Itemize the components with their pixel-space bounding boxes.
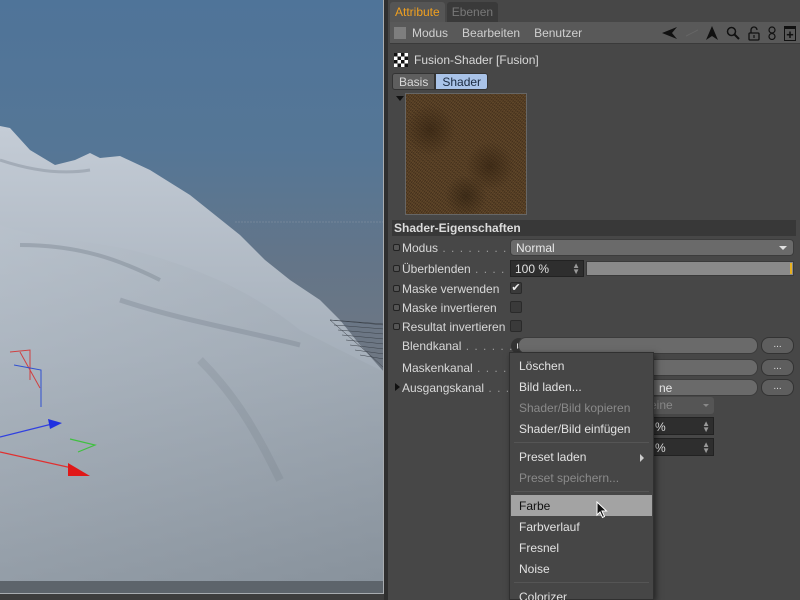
app-window: Attribute Ebenen Modus Bearbeiten Benutz… <box>0 0 800 600</box>
property-label: Blendkanal <box>402 339 462 353</box>
menubar: Modus Bearbeiten Benutzer <box>390 22 800 44</box>
maske-invertieren-checkbox[interactable] <box>510 301 522 313</box>
ueberblenden-slider[interactable] <box>586 261 794 276</box>
property-label: Maskenkanal <box>402 361 473 375</box>
animation-dot-icon[interactable] <box>393 323 400 330</box>
menu-separator <box>514 582 649 583</box>
menu-separator <box>514 442 649 443</box>
menu-item-farbverlauf[interactable]: Farbverlauf <box>511 516 652 537</box>
viewport-status-strip <box>0 581 383 593</box>
menu-item-fresnel[interactable]: Fresnel <box>511 537 652 558</box>
menu-item-shader-kopieren: Shader/Bild kopieren <box>519 401 631 415</box>
modus-dropdown[interactable]: Normal <box>510 239 794 256</box>
mouse-cursor-icon <box>596 500 608 522</box>
new-panel-icon[interactable] <box>784 25 796 41</box>
terrain-render <box>0 126 383 593</box>
property-label: Überblenden <box>402 262 471 276</box>
lock-icon[interactable] <box>748 25 760 41</box>
maske-verwenden-checkbox[interactable]: ✔ <box>510 282 522 294</box>
preview-collapse-icon[interactable] <box>396 96 404 101</box>
property-label: Maske verwenden <box>402 282 500 296</box>
chevron-down-icon <box>703 404 709 407</box>
toolbar-icons <box>662 22 796 44</box>
property-resultat-invertieren: Resultat invertieren <box>388 318 800 336</box>
modus-value: Normal <box>516 241 555 255</box>
subtab-shader[interactable]: Shader <box>435 73 489 90</box>
attribute-subtabs: Basis Shader <box>392 73 489 90</box>
property-maske-invertieren: Maske invertieren <box>388 299 800 317</box>
property-label: Modus <box>402 241 439 255</box>
property-label: Ausgangskanal <box>402 381 485 395</box>
property-label: Resultat invertieren <box>402 320 506 334</box>
property-label: Maske invertieren <box>402 301 497 315</box>
spinner-icon[interactable]: ▲ ▼ <box>702 420 710 434</box>
property-modus: Modus . . . . . . . . . . . . Normal <box>388 239 800 257</box>
menu-separator <box>514 491 649 492</box>
menu-item-preset-laden[interactable]: Preset laden <box>511 446 652 467</box>
maskenkanal-browse-button[interactable]: ... <box>761 359 794 376</box>
slider-handle[interactable] <box>790 263 792 274</box>
subtab-basis[interactable]: Basis <box>392 73 436 90</box>
menu-item-preset-speichern: Preset speichern... <box>519 471 620 485</box>
shader-preview <box>405 93 527 215</box>
animation-dot-icon[interactable] <box>393 244 400 251</box>
sub-numfield-1[interactable]: % ▲ ▼ <box>644 417 714 435</box>
ausgangskanal-browse-button[interactable]: ... <box>761 379 794 396</box>
animation-dot-icon[interactable] <box>393 265 400 272</box>
shader-context-menu: Löschen Bild laden... Shader/Bild kopier… <box>509 352 654 600</box>
back-arrow-icon[interactable] <box>662 27 678 39</box>
spinner-icon[interactable]: ▲ ▼ <box>702 441 710 455</box>
shader-checker-icon <box>394 53 408 67</box>
property-maske-verwenden: Maske verwenden ✔ <box>388 280 800 298</box>
property-ueberblenden: Überblenden . . . . . . 100 % ▲ ▼ <box>388 260 800 278</box>
submenu-arrow-icon <box>640 454 644 462</box>
menu-item-shader-einfuegen[interactable]: Shader/Bild einfügen <box>511 418 652 439</box>
tab-attribute[interactable]: Attribute <box>390 2 445 22</box>
ueberblenden-input[interactable]: 100 % ▲ ▼ <box>510 260 584 277</box>
sub-numfield-2[interactable]: % ▲ ▼ <box>644 438 714 456</box>
animation-dot-icon[interactable] <box>393 304 400 311</box>
menu-item-colorizer[interactable]: Colorizer <box>511 586 652 600</box>
menu-item-bild-laden[interactable]: Bild laden... <box>511 376 652 397</box>
history-slider-icon <box>686 29 698 37</box>
menu-bearbeiten[interactable]: Bearbeiten <box>462 26 520 40</box>
slider-fill <box>587 262 793 275</box>
resultat-invertieren-checkbox[interactable] <box>510 320 522 332</box>
section-header: Shader-Eigenschaften <box>392 220 796 236</box>
up-arrow-icon[interactable] <box>706 26 718 40</box>
menu-modus[interactable]: Modus <box>412 26 448 40</box>
animation-dot-icon[interactable] <box>393 285 400 292</box>
3d-viewport[interactable] <box>0 0 384 594</box>
manager-tabs: Attribute Ebenen <box>388 2 499 22</box>
link-icon[interactable] <box>768 26 776 40</box>
blendkanal-browse-button[interactable]: ... <box>761 337 794 354</box>
sub-dropdown[interactable]: eine <box>644 397 714 414</box>
menu-item-farbe[interactable]: Farbe <box>511 495 652 516</box>
menu-item-noise[interactable]: Noise <box>511 558 652 579</box>
menu-benutzer[interactable]: Benutzer <box>534 26 582 40</box>
search-icon[interactable] <box>726 26 740 40</box>
object-title: Fusion-Shader [Fusion] <box>394 52 539 68</box>
object-title-text: Fusion-Shader [Fusion] <box>414 53 539 67</box>
tab-ebenen[interactable]: Ebenen <box>446 2 499 22</box>
expand-triangle-icon[interactable] <box>395 383 400 391</box>
spinner-icon[interactable]: ▲ ▼ <box>572 262 580 276</box>
chevron-down-icon <box>779 246 787 250</box>
drag-grip-icon[interactable] <box>394 26 406 39</box>
checkmark-icon: ✔ <box>511 282 521 294</box>
menu-item-loeschen[interactable]: Löschen <box>511 355 652 376</box>
